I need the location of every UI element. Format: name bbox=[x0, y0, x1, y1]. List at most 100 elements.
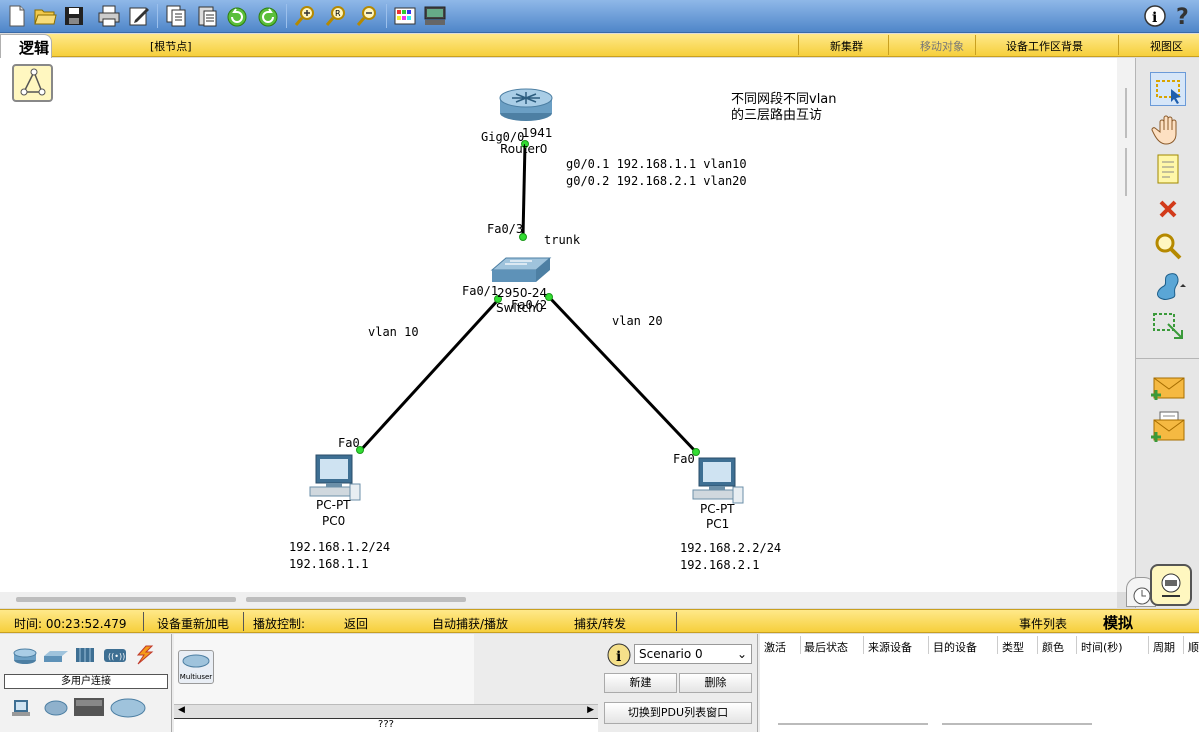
col-destination[interactable]: 目的设备 bbox=[933, 639, 977, 655]
resize-icon[interactable] bbox=[1150, 310, 1186, 344]
zoom-reset-icon[interactable]: R bbox=[324, 4, 348, 28]
note-icon[interactable] bbox=[1150, 152, 1186, 186]
power-cycle-button[interactable]: 设备重新加电 bbox=[157, 615, 229, 632]
event-list-button[interactable]: 事件列表 bbox=[1019, 615, 1067, 632]
bottom-panel: ((•)) 多用户连接 Multiuser ◀ ▶ ??? i Scenario… bbox=[0, 634, 1199, 732]
chevron-down-icon: ⌄ bbox=[736, 647, 747, 661]
workspace-bar: [根节点] 新集群 移动对象 设备工作区背景 视图区 bbox=[0, 34, 1199, 57]
move-object-button[interactable]: 移动对象 bbox=[920, 38, 964, 54]
svg-text:R: R bbox=[335, 9, 341, 18]
new-file-icon[interactable] bbox=[5, 4, 29, 28]
scenario-select[interactable]: Scenario 0 ⌄ bbox=[634, 644, 752, 664]
zoom-in-icon[interactable] bbox=[293, 4, 317, 28]
help-icon[interactable]: ? bbox=[1172, 4, 1196, 28]
col-time[interactable]: 时间(秒) bbox=[1081, 639, 1123, 655]
save-icon[interactable] bbox=[62, 4, 86, 28]
simulation-mode-icon[interactable] bbox=[1150, 564, 1192, 606]
logic-tab[interactable]: 逻辑 bbox=[0, 34, 52, 58]
col-periodic[interactable]: 周期 bbox=[1153, 639, 1175, 655]
pc0-gateway-label[interactable]: 192.168.1.1 bbox=[289, 557, 368, 571]
multiuser-device-icon[interactable]: Multiuser bbox=[178, 650, 214, 684]
cable-layer bbox=[309, 88, 744, 504]
pc0-ip-label[interactable]: 192.168.1.2/24 bbox=[289, 540, 390, 554]
col-num[interactable]: 顺 bbox=[1188, 639, 1199, 655]
new-cluster-button[interactable]: 新集群 bbox=[830, 38, 863, 54]
select-icon[interactable] bbox=[1150, 72, 1186, 106]
svg-text:((•)): ((•)) bbox=[108, 652, 125, 661]
info-icon[interactable]: i bbox=[1143, 4, 1167, 28]
col-color[interactable]: 颜色 bbox=[1042, 639, 1064, 655]
wan-emulation-category-icon bbox=[74, 698, 104, 716]
pc0-icon bbox=[309, 454, 361, 501]
delete-scenario-button[interactable]: 删除 bbox=[679, 673, 752, 693]
toggle-pdu-list-button[interactable]: 切换到PDU列表窗口 bbox=[604, 702, 752, 724]
print-icon[interactable] bbox=[97, 4, 121, 28]
vlan20-label[interactable]: vlan 20 bbox=[612, 314, 663, 328]
col-source[interactable]: 来源设备 bbox=[868, 639, 912, 655]
router-config-line-1[interactable]: g0/0.1 192.168.1.1 vlan10 bbox=[566, 157, 747, 171]
multiuser-label: Multiuser bbox=[179, 673, 213, 681]
hubs-category-icon bbox=[76, 648, 94, 662]
routers-category-icon bbox=[13, 648, 37, 664]
pc1-ip-label[interactable]: 192.168.2.2/24 bbox=[680, 541, 781, 555]
activity-wizard-icon[interactable] bbox=[127, 4, 151, 28]
palette-icon[interactable] bbox=[393, 4, 417, 28]
router-config-line-2[interactable]: g0/0.2 192.168.2.1 vlan20 bbox=[566, 174, 747, 188]
workspace-horizontal-scrollbar[interactable] bbox=[0, 592, 1117, 608]
new-scenario-button[interactable]: 新建 bbox=[604, 673, 677, 693]
redo-icon[interactable] bbox=[256, 4, 280, 28]
col-type[interactable]: 类型 bbox=[1002, 639, 1024, 655]
device-list-scrollbar[interactable]: ◀ ▶ bbox=[174, 704, 598, 718]
col-last-status[interactable]: 最后状态 bbox=[804, 639, 848, 655]
viewport-button[interactable]: 视图区 bbox=[1150, 38, 1183, 54]
draw-shape-icon[interactable] bbox=[1150, 270, 1186, 304]
connections-category-icon bbox=[136, 645, 154, 665]
pc1-port-label: Fa0 bbox=[673, 452, 695, 466]
custom-device-icon[interactable] bbox=[423, 4, 447, 28]
device-category-panel: ((•)) 多用户连接 bbox=[0, 634, 172, 732]
zoom-out-icon[interactable] bbox=[355, 4, 379, 28]
note-line-2[interactable]: 的三层路由互访 bbox=[731, 104, 822, 123]
move-hand-icon[interactable] bbox=[1150, 112, 1186, 146]
cable-switch-pc0 bbox=[358, 298, 500, 453]
router-model-label: 1941 bbox=[522, 126, 553, 140]
main-toolbar: R i ? bbox=[0, 0, 1199, 33]
vlan10-label[interactable]: vlan 10 bbox=[368, 325, 419, 339]
event-list-table: 激活 最后状态 来源设备 目的设备 类型 颜色 时间(秒) 周期 顺 bbox=[760, 634, 1199, 732]
set-background-button[interactable]: 设备工作区背景 bbox=[1006, 38, 1083, 54]
undo-icon[interactable] bbox=[225, 4, 249, 28]
logical-workspace[interactable]: 不同网段不同vlan 的三层路由互访 1941 Gig0/0 Router0 g… bbox=[0, 58, 1117, 592]
pc1-name-label[interactable]: PC1 bbox=[706, 517, 729, 531]
auto-capture-button[interactable]: 自动捕获/播放 bbox=[432, 615, 508, 632]
trunk-label[interactable]: trunk bbox=[544, 233, 580, 247]
logical-view-icon[interactable] bbox=[12, 64, 53, 102]
col-active[interactable]: 激活 bbox=[764, 639, 786, 655]
event-list-scrollbar[interactable] bbox=[778, 723, 928, 725]
capture-forward-button[interactable]: 捕获/转发 bbox=[574, 615, 626, 632]
pc1-gateway-label[interactable]: 192.168.2.1 bbox=[680, 558, 759, 572]
back-button[interactable]: 返回 bbox=[344, 615, 368, 632]
playback-control-label: 播放控制: bbox=[253, 617, 306, 631]
router-name-label[interactable]: Router0 bbox=[500, 142, 547, 156]
switch-port-fa03-label: Fa0/3 bbox=[487, 222, 524, 236]
workspace-vertical-scrollbar[interactable] bbox=[1117, 58, 1135, 592]
svg-text:i: i bbox=[1152, 10, 1157, 26]
inspect-icon[interactable] bbox=[1150, 230, 1186, 264]
wireless-category-icon: ((•)) bbox=[104, 649, 126, 662]
delete-icon[interactable] bbox=[1150, 192, 1186, 226]
sim-time-display: 时间: 00:23:52.479 bbox=[14, 617, 127, 631]
switch-port-fa01-label: Fa0/1 bbox=[462, 284, 499, 298]
add-complex-pdu-icon[interactable] bbox=[1150, 410, 1186, 444]
paste-icon[interactable] bbox=[195, 4, 219, 28]
svg-text:i: i bbox=[616, 649, 621, 665]
open-folder-icon[interactable] bbox=[33, 4, 57, 28]
pc0-name-label[interactable]: PC0 bbox=[322, 514, 345, 528]
end-devices-category-icon bbox=[12, 700, 30, 716]
scenario-info-icon[interactable]: i bbox=[606, 642, 632, 668]
pc0-type-label: PC-PT bbox=[316, 498, 351, 512]
copy-icon[interactable] bbox=[164, 4, 188, 28]
root-node-button[interactable]: [根节点] bbox=[150, 38, 192, 54]
add-simple-pdu-icon[interactable] bbox=[1150, 370, 1186, 404]
security-category-icon bbox=[44, 700, 68, 716]
svg-text:?: ? bbox=[1176, 5, 1189, 28]
